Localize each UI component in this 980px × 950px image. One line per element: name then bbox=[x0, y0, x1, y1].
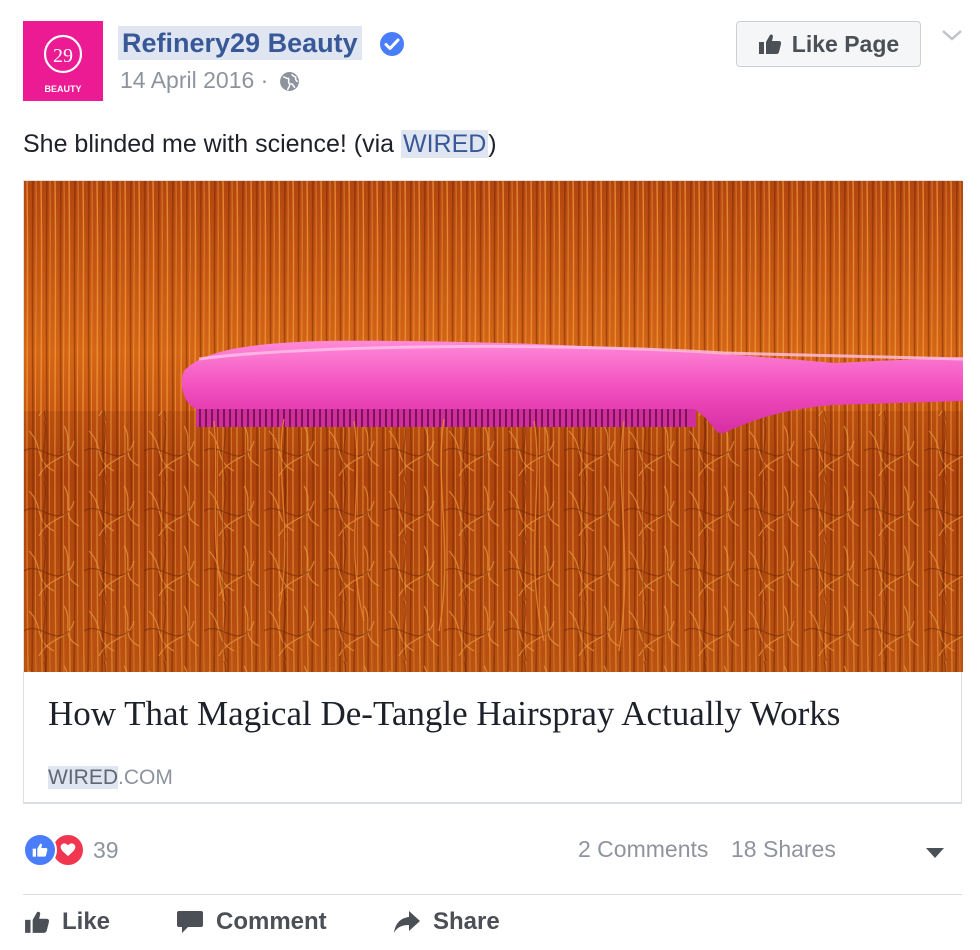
like-reaction-icon bbox=[23, 833, 57, 867]
post-date[interactable]: 14 April 2016 bbox=[120, 67, 254, 93]
link-preview-card[interactable]: How That Magical De-Tangle Hairspray Act… bbox=[23, 180, 963, 804]
message-text-end: ) bbox=[488, 130, 497, 158]
thumbs-up-icon bbox=[25, 911, 50, 933]
like-button[interactable]: Like bbox=[24, 908, 110, 936]
post-meta: 14 April 2016 · bbox=[120, 65, 300, 95]
page-avatar[interactable]: 29 BEAUTY bbox=[23, 21, 103, 101]
shares-count-link[interactable]: 18 Shares bbox=[731, 836, 836, 863]
domain-highlight: WIRED bbox=[48, 766, 118, 789]
article-image[interactable] bbox=[24, 181, 963, 672]
reaction-count: 39 bbox=[93, 836, 119, 863]
article-title[interactable]: How That Magical De-Tangle Hairspray Act… bbox=[48, 692, 840, 736]
article-domain: WIRED.COM bbox=[48, 764, 173, 792]
comments-count-link[interactable]: 2 Comments bbox=[578, 836, 708, 863]
refinery29-logo: 29 BEAUTY bbox=[23, 21, 103, 101]
love-heart-icon bbox=[60, 843, 76, 856]
domain-rest: .COM bbox=[118, 766, 173, 789]
reactions-summary[interactable]: 39 bbox=[23, 833, 119, 867]
verified-badge-icon bbox=[380, 32, 404, 56]
reaction-menu-caret-icon[interactable] bbox=[926, 848, 944, 858]
thumbs-up-icon bbox=[758, 34, 781, 54]
svg-text:BEAUTY: BEAUTY bbox=[44, 84, 81, 94]
svg-text:29: 29 bbox=[53, 45, 73, 67]
comment-label: Comment bbox=[216, 908, 327, 935]
globe-icon[interactable] bbox=[279, 71, 300, 92]
like-page-button[interactable]: Like Page bbox=[736, 21, 921, 67]
hair-comb-photo bbox=[24, 181, 963, 672]
page-name-link[interactable]: Refinery29 Beauty bbox=[118, 26, 362, 60]
share-button[interactable]: Share bbox=[393, 908, 500, 936]
message-text: She blinded me with science! (via bbox=[23, 130, 401, 158]
actions-divider bbox=[23, 894, 962, 895]
comment-button[interactable]: Comment bbox=[176, 908, 327, 936]
share-arrow-icon bbox=[394, 911, 420, 933]
thumbs-up-icon bbox=[32, 843, 48, 857]
post-message: She blinded me with science! (via WIRED) bbox=[23, 125, 497, 163]
like-page-label: Like Page bbox=[791, 30, 900, 57]
meta-separator: · bbox=[260, 67, 269, 93]
chevron-down-icon[interactable] bbox=[940, 27, 964, 43]
wired-link[interactable]: WIRED bbox=[400, 130, 489, 158]
share-label: Share bbox=[433, 908, 500, 935]
like-label: Like bbox=[62, 908, 111, 935]
comment-icon bbox=[177, 911, 203, 933]
